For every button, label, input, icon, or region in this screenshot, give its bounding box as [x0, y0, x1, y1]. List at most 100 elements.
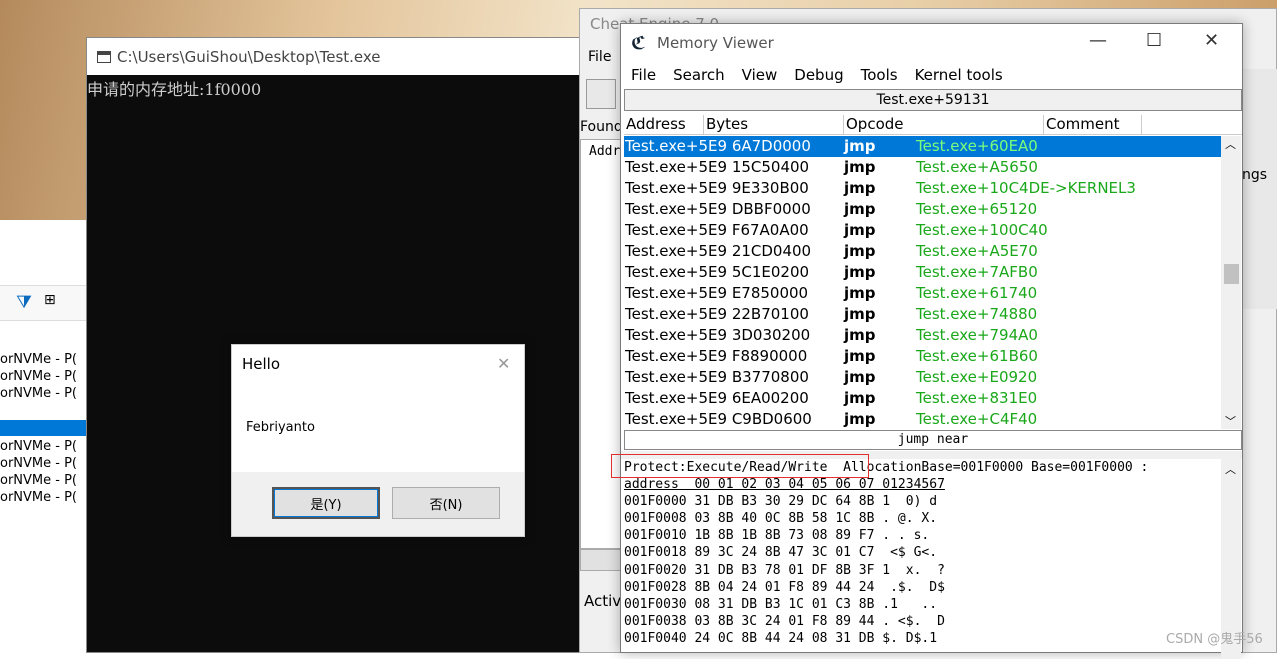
list-item[interactable]: orNVMe - P( — [0, 439, 90, 456]
row-opcode: jmp — [844, 221, 876, 239]
row-address: Test.exe+5E9 5C1E0200 — [625, 263, 810, 281]
row-comment: Test.exe+7AFB0 — [916, 263, 1038, 281]
hex-line[interactable]: 001F0018 89 3C 24 8B 47 3C 01 C7 <$ G<. — [624, 544, 1221, 561]
active-label: Activ — [584, 592, 622, 610]
disassembly-header: Address Bytes Opcode Comment — [624, 113, 1242, 135]
row-opcode: jmp — [844, 326, 876, 344]
ce-file-menu[interactable]: File — [588, 49, 611, 65]
row-opcode: jmp — [844, 158, 876, 176]
hex-line[interactable]: 001F0030 08 31 DB B3 1C 01 C3 8B .1 .. — [624, 596, 1221, 613]
selected-list-item[interactable] — [0, 420, 90, 436]
message-box[interactable]: Hello ✕ Febriyanto 是(Y) 否(N) — [231, 344, 525, 537]
row-opcode: jmp — [844, 368, 876, 386]
close-icon[interactable]: ✕ — [1204, 30, 1219, 51]
row-opcode: jmp — [844, 284, 876, 302]
menu-debug[interactable]: Debug — [794, 66, 843, 84]
row-comment: Test.exe+74880 — [916, 305, 1038, 323]
list-item[interactable]: orNVMe - P( — [0, 456, 90, 473]
memory-viewer-titlebar[interactable]: ℭ Memory Viewer — ☐ ✕ — [621, 24, 1242, 62]
hex-line[interactable]: 001F0008 03 8B 40 0C 8B 58 1C 8B . @. X. — [624, 510, 1221, 527]
disassembly-row[interactable]: Test.exe+5E9 6EA00200 jmp Test.exe+831E0 — [624, 388, 1221, 409]
row-opcode: jmp — [844, 263, 876, 281]
header-bytes[interactable]: Bytes — [706, 115, 844, 135]
scroll-up-icon[interactable]: ︿ — [1225, 461, 1236, 477]
list-item[interactable]: orNVMe - P( — [0, 473, 90, 490]
hex-line[interactable]: 001F0038 03 8B 3C 24 01 F8 89 44 . <$. D — [624, 613, 1221, 630]
row-address: Test.exe+5E9 C9BD0600 — [625, 410, 812, 428]
disassembly-row[interactable]: Test.exe+5E9 C9BD0600 jmp Test.exe+C4F40 — [624, 409, 1221, 429]
list-item[interactable]: orNVMe - P( — [0, 352, 90, 369]
disassembly-row[interactable]: Test.exe+5E9 21CD0400 jmp Test.exe+A5E70 — [624, 241, 1221, 262]
hex-line[interactable]: 001F0000 31 DB B3 30 29 DC 64 8B 1 0) d — [624, 493, 1221, 510]
menu-search[interactable]: Search — [673, 66, 725, 84]
row-comment: Test.exe+60EA0 — [916, 137, 1038, 155]
menu-file[interactable]: File — [631, 66, 656, 84]
list-item[interactable]: orNVMe - P( — [0, 490, 90, 507]
row-comment: Test.exe+831E0 — [916, 389, 1038, 407]
header-opcode[interactable]: Opcode — [846, 115, 1044, 135]
row-address: Test.exe+5E9 22B70100 — [625, 305, 809, 323]
row-comment: Test.exe+A5E70 — [916, 242, 1038, 260]
disassembly-row[interactable]: Test.exe+5E9 5C1E0200 jmp Test.exe+7AFB0 — [624, 262, 1221, 283]
menu-tools[interactable]: Tools — [861, 66, 898, 84]
memory-viewer-window[interactable]: ℭ Memory Viewer — ☐ ✕ File Search View D… — [620, 23, 1243, 659]
scrollbar-thumb[interactable] — [1224, 264, 1239, 284]
hex-line[interactable]: 001F0010 1B 8B 1B 8B 73 08 89 F7 . . s. — [624, 527, 1221, 544]
scroll-up-icon[interactable]: ︿ — [1225, 136, 1236, 152]
current-location[interactable]: Test.exe+59131 — [624, 89, 1242, 111]
console-titlebar[interactable]: C:\Users\GuiShou\Desktop\Test.exe — [87, 38, 587, 75]
row-comment: Test.exe+100C40 — [916, 221, 1048, 239]
row-address: Test.exe+5E9 21CD0400 — [625, 242, 812, 260]
background-window: ⧩ ⊞ orNVMe - P( orNVMe - P( orNVMe - P( … — [0, 220, 90, 653]
no-button[interactable]: 否(N) — [392, 487, 500, 519]
row-comment: Test.exe+10C4DE->KERNEL3 — [916, 179, 1136, 197]
disassembly-row[interactable]: Test.exe+5E9 F8890000 jmp Test.exe+61B60 — [624, 346, 1221, 367]
message-box-footer: 是(Y) 否(N) — [232, 472, 524, 536]
row-comment: Test.exe+65120 — [916, 200, 1038, 218]
row-address: Test.exe+5E9 6A7D0000 — [625, 137, 811, 155]
highlight-annotation-box — [611, 454, 869, 478]
hex-line[interactable]: 001F0040 24 0C 8B 44 24 08 31 DB $. D$.1 — [624, 630, 1221, 647]
disassembly-row[interactable]: Test.exe+5E9 E7850000 jmp Test.exe+61740 — [624, 283, 1221, 304]
row-comment: Test.exe+A5650 — [916, 158, 1038, 176]
maximize-icon[interactable]: ☐ — [1146, 30, 1162, 51]
menu-view[interactable]: View — [742, 66, 778, 84]
disassembly-row[interactable]: Test.exe+5E9 15C50400 jmp Test.exe+A5650 — [624, 157, 1221, 178]
hex-view[interactable]: Protect:Execute/Read/Write AllocationBas… — [624, 459, 1221, 659]
console-icon — [97, 50, 111, 63]
disassembly-row[interactable]: Test.exe+5E9 9E330B00 jmp Test.exe+10C4DE-… — [624, 178, 1221, 199]
list-item[interactable]: orNVMe - P( — [0, 369, 90, 386]
process-select-icon[interactable] — [586, 79, 616, 109]
disassembly-row[interactable]: Test.exe+5E9 3D030200 jmp Test.exe+794A0 — [624, 325, 1221, 346]
row-opcode: jmp — [844, 200, 876, 218]
disassembly-list[interactable]: Test.exe+5E9 6A7D0000 jmp Test.exe+60EA0 T… — [624, 136, 1221, 429]
cheat-engine-icon: ℭ — [631, 33, 646, 54]
header-address[interactable]: Address — [626, 115, 704, 135]
message-text: Febriyanto — [246, 420, 315, 435]
header-comment[interactable]: Comment — [1046, 115, 1142, 135]
address-column-header[interactable]: Addr — [589, 144, 620, 159]
row-address: Test.exe+5E9 DBBF0000 — [625, 200, 811, 218]
list-item[interactable]: orNVMe - P( — [0, 386, 90, 403]
disassembly-row[interactable]: Test.exe+5E9 F67A0A00 jmp Test.exe+100C40 — [624, 220, 1221, 241]
close-icon[interactable]: ✕ — [497, 354, 510, 373]
hex-line[interactable]: 001F0028 8B 04 24 01 F8 89 44 24 .$. D$ — [624, 579, 1221, 596]
console-title: C:\Users\GuiShou\Desktop\Test.exe — [117, 47, 381, 66]
minimize-icon[interactable]: — — [1089, 30, 1107, 51]
disassembly-row[interactable]: Test.exe+5E9 B3770800 jmp Test.exe+E0920 — [624, 367, 1221, 388]
filter-icon[interactable]: ⧩ — [16, 292, 32, 313]
yes-button[interactable]: 是(Y) — [272, 487, 380, 519]
hex-line[interactable]: 001F0020 31 DB B3 78 01 DF 8B 3F 1 x. ? — [624, 562, 1221, 579]
scroll-down-icon[interactable]: ﹀ — [1225, 413, 1236, 429]
disassembly-row-selected[interactable]: Test.exe+5E9 6A7D0000 jmp Test.exe+60EA0 — [624, 136, 1221, 157]
settings-label[interactable]: ngs — [1242, 167, 1267, 183]
disassembly-row[interactable]: Test.exe+5E9 22B70100 jmp Test.exe+74880 — [624, 304, 1221, 325]
menu-kernel-tools[interactable]: Kernel tools — [915, 66, 1003, 84]
background-toolbar: ⧩ ⊞ — [0, 285, 90, 321]
row-address: Test.exe+5E9 6EA00200 — [625, 389, 809, 407]
row-comment: Test.exe+794A0 — [916, 326, 1038, 344]
device-icon[interactable]: ⊞ — [44, 292, 56, 308]
row-address: Test.exe+5E9 F8890000 — [625, 347, 808, 365]
console-output: 申请的内存地址:1f0000 — [87, 80, 262, 99]
disassembly-row[interactable]: Test.exe+5E9 DBBF0000 jmp Test.exe+65120 — [624, 199, 1221, 220]
